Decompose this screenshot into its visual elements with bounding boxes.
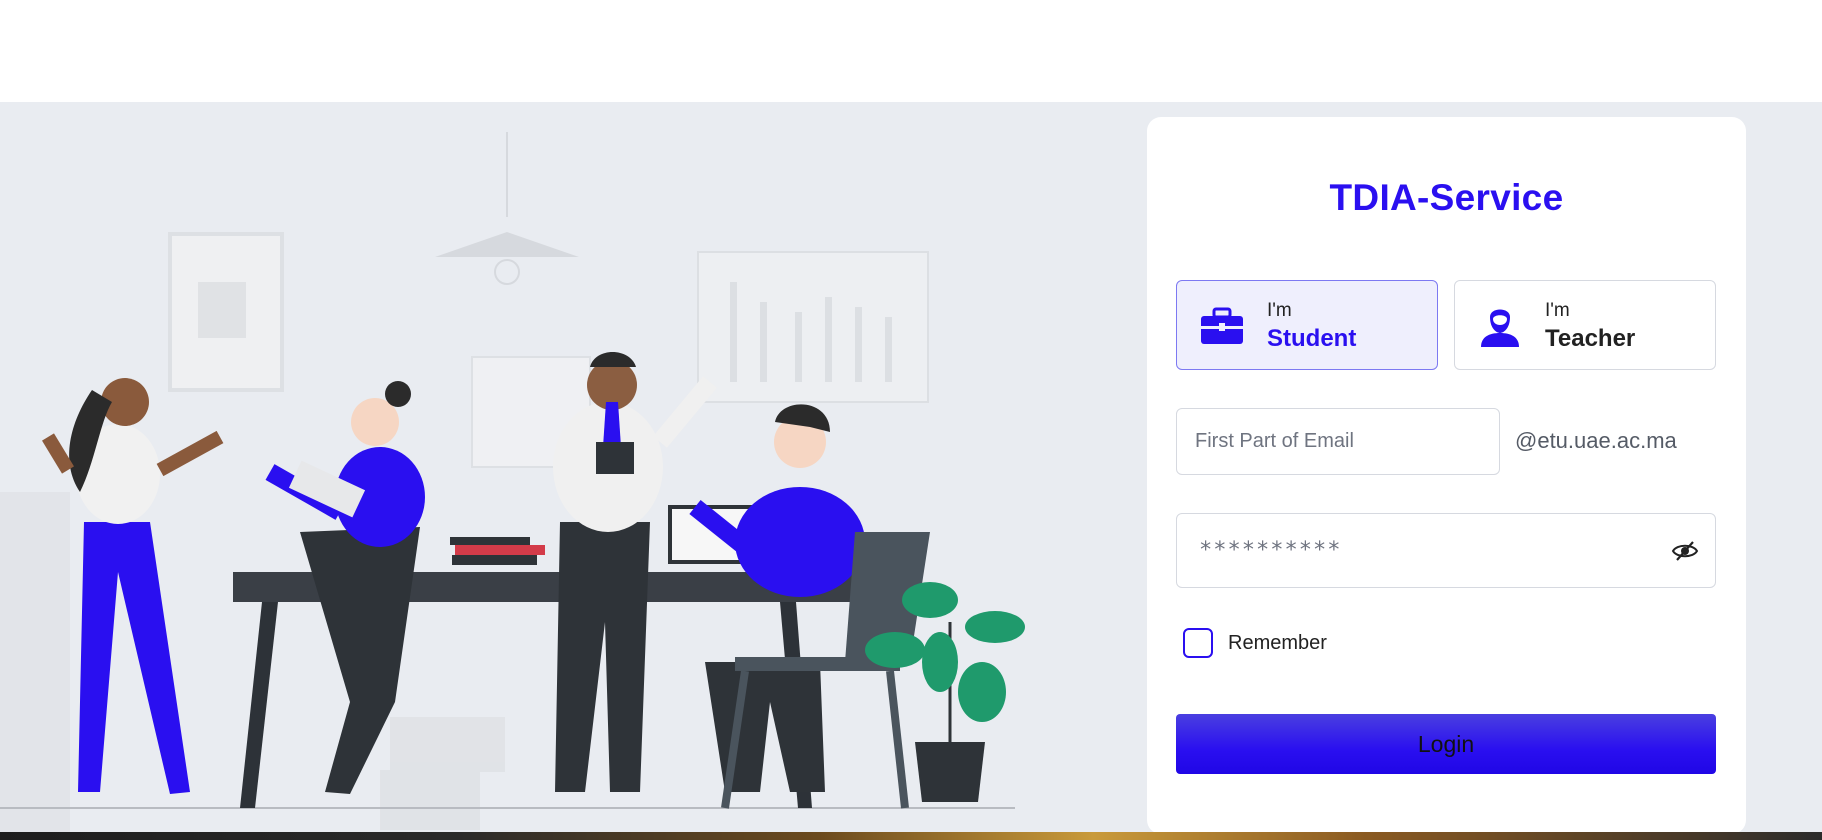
- password-field[interactable]: [1177, 514, 1657, 587]
- brand-title: TDIA-Service: [1329, 177, 1564, 218]
- password-field-wrapper: [1176, 513, 1716, 588]
- remember-checkbox-row[interactable]: Remember: [1183, 627, 1327, 659]
- role-student-label: Student: [1267, 325, 1357, 352]
- login-button[interactable]: Login: [1176, 714, 1716, 774]
- email-domain-suffix: @etu.uae.ac.ma: [1515, 428, 1677, 453]
- login-card: TDIA-Service I'm Student I'm Teacher @et…: [1147, 117, 1746, 834]
- role-teacher-prefix: I'm: [1545, 300, 1570, 321]
- role-student-prefix: I'm: [1267, 300, 1292, 321]
- email-field[interactable]: [1176, 408, 1500, 475]
- remember-checkbox[interactable]: [1183, 628, 1213, 658]
- eye-slash-icon[interactable]: [1671, 538, 1699, 564]
- team-illustration: [0, 132, 1025, 832]
- top-bar: [0, 0, 1822, 102]
- bottom-strip: [0, 832, 1822, 840]
- person-icon: [1481, 309, 1519, 347]
- role-student-option[interactable]: I'm Student: [1176, 280, 1438, 370]
- role-teacher-label: Teacher: [1545, 325, 1636, 352]
- briefcase-icon: [1201, 307, 1243, 344]
- remember-label: Remember: [1228, 631, 1327, 654]
- role-teacher-option[interactable]: I'm Teacher: [1454, 280, 1716, 370]
